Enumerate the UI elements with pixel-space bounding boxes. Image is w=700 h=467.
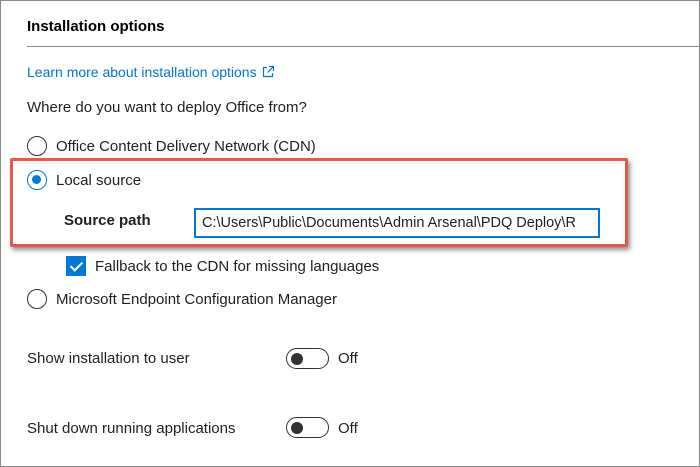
fallback-checkbox[interactable] bbox=[66, 256, 86, 276]
radio-option-mecm[interactable]: Microsoft Endpoint Configuration Manager bbox=[27, 289, 337, 309]
section-divider bbox=[27, 46, 700, 47]
learn-more-label: Learn more about installation options bbox=[27, 64, 257, 80]
deploy-question: Where do you want to deploy Office from? bbox=[27, 99, 307, 116]
show-installation-state: Off bbox=[338, 350, 358, 367]
toggle-knob bbox=[291, 352, 303, 365]
learn-more-link[interactable]: Learn more about installation options bbox=[27, 64, 275, 80]
shut-down-apps-toggle[interactable] bbox=[286, 417, 329, 438]
shut-down-apps-state: Off bbox=[338, 420, 358, 437]
radio-option-cdn[interactable]: Office Content Delivery Network (CDN) bbox=[27, 136, 316, 156]
section-title: Installation options bbox=[27, 18, 165, 35]
radio-button-cdn[interactable] bbox=[27, 136, 47, 156]
shut-down-apps-label: Shut down running applications bbox=[27, 420, 236, 437]
fallback-checkbox-row[interactable]: Fallback to the CDN for missing language… bbox=[66, 256, 379, 276]
highlight-annotation bbox=[10, 158, 628, 247]
show-installation-toggle[interactable] bbox=[286, 348, 329, 369]
fallback-label: Fallback to the CDN for missing language… bbox=[95, 257, 380, 275]
radio-button-mecm[interactable] bbox=[27, 289, 47, 309]
toggle-knob bbox=[291, 421, 303, 434]
show-installation-label: Show installation to user bbox=[27, 350, 190, 367]
radio-label-mecm: Microsoft Endpoint Configuration Manager bbox=[56, 290, 337, 308]
external-link-icon bbox=[262, 65, 274, 78]
radio-label-cdn: Office Content Delivery Network (CDN) bbox=[56, 137, 316, 155]
